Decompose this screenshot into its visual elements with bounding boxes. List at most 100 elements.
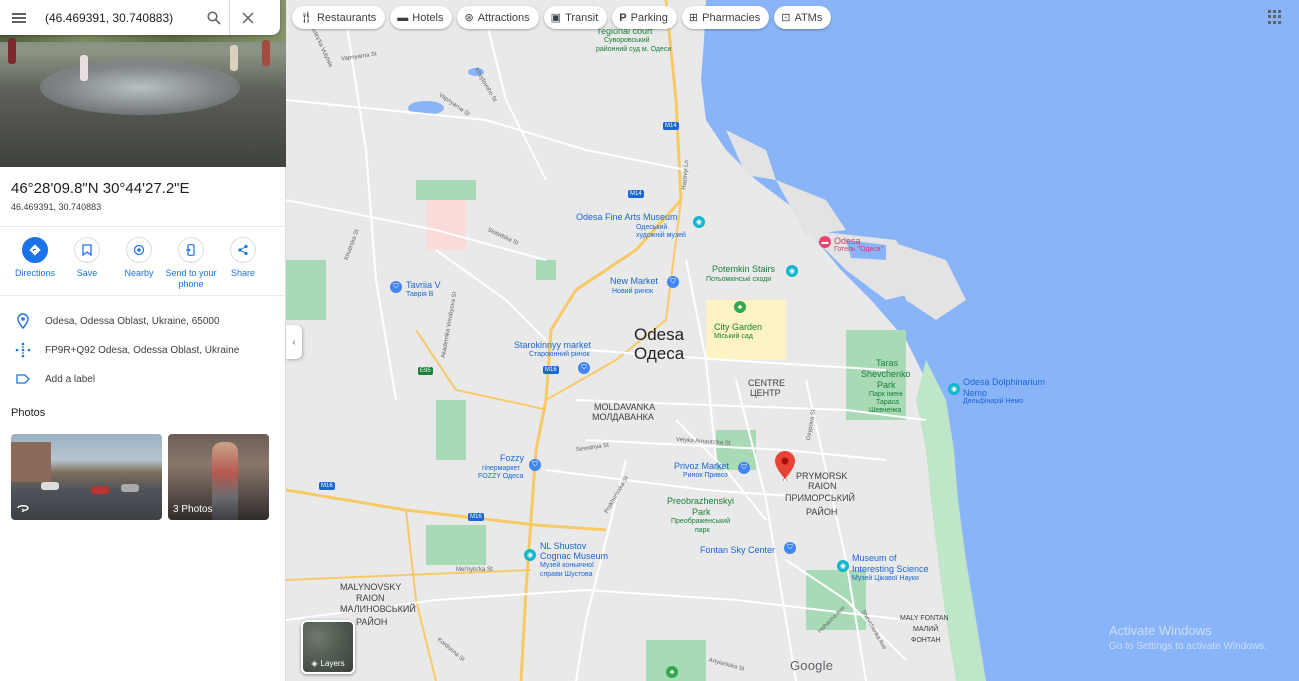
place-title: 46°28'09.8"N 30°44'27.2"E bbox=[11, 180, 190, 197]
layers-button[interactable]: ◈ Layers bbox=[301, 620, 355, 674]
poi-label: Новий ринок bbox=[612, 288, 654, 295]
hero-person bbox=[80, 55, 88, 81]
city-label-uk: Одеса bbox=[634, 344, 685, 363]
attraction-marker-icon[interactable]: ◉ bbox=[786, 265, 798, 277]
layers-label: Layers bbox=[320, 659, 345, 668]
museum-marker-icon[interactable]: ◉ bbox=[524, 549, 536, 561]
chip-attractions[interactable]: ⊛ Attractions bbox=[457, 6, 539, 29]
shopping-marker-icon[interactable]: ⛉ bbox=[738, 462, 750, 474]
chip-label: Pharmacies bbox=[702, 11, 761, 24]
district-label: RAION bbox=[808, 481, 837, 491]
district-label: ФОНТАН bbox=[911, 637, 941, 644]
chip-label: Transit bbox=[565, 11, 599, 24]
poi-label: Преображенський bbox=[671, 518, 730, 525]
shopping-marker-icon[interactable]: ⛉ bbox=[529, 459, 541, 471]
chip-restaurants[interactable]: 🍴︎ Restaurants bbox=[292, 6, 386, 29]
museum-marker-icon[interactable]: ◉ bbox=[837, 560, 849, 572]
poi-label-fine-arts[interactable]: Odesa Fine Arts Museum bbox=[576, 212, 678, 222]
category-chips: 🍴︎ Restaurants ▬ Hotels ⊛ Attractions ▣ … bbox=[292, 6, 832, 29]
plus-code-row[interactable]: FP9R+Q92 Odesa, Odessa Oblast, Ukraine bbox=[0, 336, 286, 364]
search-box bbox=[0, 0, 280, 35]
poi-label-privoz[interactable]: Privoz Market bbox=[674, 461, 729, 471]
poi-label-new-market[interactable]: New Market bbox=[610, 276, 658, 286]
directions-button[interactable]: Directions bbox=[7, 237, 63, 279]
poi-label: Ринок Привоз bbox=[683, 472, 728, 479]
road-shield-m16: M16 bbox=[543, 366, 559, 374]
district-label: РАЙОН bbox=[356, 617, 388, 627]
hamburger-icon bbox=[12, 16, 26, 19]
poi-label-fontan[interactable]: Fontan Sky Center bbox=[700, 545, 775, 555]
place-panel: 46°28'09.8"N 30°44'27.2"E 46.469391, 30.… bbox=[0, 0, 286, 681]
save-button[interactable]: Save bbox=[59, 237, 115, 279]
watermark-line1: Activate Windows bbox=[1109, 623, 1212, 638]
poi-label-shustov[interactable]: NL Shustov bbox=[540, 541, 586, 551]
poi-label-starokinnyy[interactable]: Starokinnyy market bbox=[514, 340, 591, 350]
nearby-button[interactable]: Nearby bbox=[111, 237, 167, 279]
shopping-marker-icon[interactable]: ⛉ bbox=[784, 542, 796, 554]
apps-grid-icon[interactable] bbox=[1268, 10, 1282, 24]
chevron-left-icon: ‹ bbox=[292, 336, 296, 348]
poi-label-tavriia[interactable]: Tavriia V bbox=[406, 280, 441, 290]
watermark-line2: Go to Settings to activate Windows. bbox=[1109, 641, 1267, 652]
pharmacy-icon: ⊞ bbox=[688, 12, 699, 24]
chip-hotels[interactable]: ▬ Hotels bbox=[390, 6, 453, 29]
poi-label: Cognac Museum bbox=[540, 551, 609, 561]
street-label: Mel'nyts'ka St bbox=[456, 567, 493, 573]
share-button[interactable]: Share bbox=[215, 237, 271, 279]
search-input[interactable] bbox=[38, 2, 198, 33]
poi-label: Готель "Одеса" bbox=[834, 246, 884, 253]
photo-car bbox=[121, 484, 139, 492]
send-to-phone-button[interactable]: Send to your phone bbox=[163, 237, 219, 290]
photo-gallery[interactable]: 3 Photos bbox=[168, 434, 269, 520]
road-shield-m16: M16 bbox=[468, 513, 484, 521]
poi-label-city-garden[interactable]: City Garden bbox=[714, 322, 762, 332]
photo-car bbox=[91, 486, 109, 494]
chip-transit[interactable]: ▣ Transit bbox=[543, 6, 608, 29]
photo-person bbox=[212, 442, 238, 520]
poi-label: Музей коньячної bbox=[540, 562, 594, 569]
parking-icon: P bbox=[619, 11, 627, 24]
restaurant-icon: 🍴︎ bbox=[299, 12, 313, 24]
poi-label-hotel[interactable]: Odesa bbox=[834, 236, 861, 246]
district-label: МОЛДАВАНКА bbox=[592, 412, 654, 422]
park-marker-icon[interactable]: ♣ bbox=[666, 666, 678, 678]
poi-label-dolphinarium[interactable]: Odesa Dolphinarium bbox=[963, 377, 1045, 387]
poi-label-preobrazhenskyi[interactable]: Preobrazhenskyi bbox=[667, 496, 734, 506]
clear-search-button[interactable] bbox=[230, 0, 266, 35]
chip-pharmacies[interactable]: ⊞ Pharmacies bbox=[681, 6, 770, 29]
collapse-panel-button[interactable]: ‹ bbox=[286, 325, 302, 359]
park-marker-icon[interactable]: ♣ bbox=[734, 301, 746, 313]
photo-street-view[interactable] bbox=[11, 434, 162, 520]
share-icon bbox=[230, 237, 256, 263]
poi-label: Парк імені bbox=[869, 391, 903, 398]
maps-app: M14 M14 M16 M16 M16 E95 Vapnyarna St Vap… bbox=[0, 0, 1299, 681]
share-label: Share bbox=[230, 268, 256, 278]
chip-parking[interactable]: P Parking bbox=[612, 6, 677, 29]
poi-label-museum-science[interactable]: Museum of bbox=[852, 553, 897, 563]
action-buttons: Directions Save Nearby Send to your phon… bbox=[0, 226, 286, 296]
poi-label: Interesting Science bbox=[852, 564, 929, 574]
hotel-marker-icon[interactable]: ▬ bbox=[819, 236, 831, 248]
location-pin-icon[interactable] bbox=[775, 451, 795, 486]
chip-atms[interactable]: ⊡ ATMs bbox=[774, 6, 832, 29]
poi-label-fozzy[interactable]: Fozzy bbox=[500, 453, 524, 463]
photos-heading: Photos bbox=[11, 407, 46, 419]
close-icon bbox=[242, 11, 254, 24]
attraction-marker-icon[interactable]: ◉ bbox=[948, 383, 960, 395]
district-label: ЦЕНТР bbox=[750, 388, 781, 398]
bed-icon: ▬ bbox=[397, 11, 409, 24]
poi-label: Міський сад bbox=[714, 333, 753, 340]
shopping-marker-icon[interactable]: ⛉ bbox=[578, 362, 590, 374]
menu-button[interactable] bbox=[0, 0, 38, 35]
address-row[interactable]: Odesa, Odessa Oblast, Ukraine, 65000 bbox=[0, 307, 286, 335]
shopping-marker-icon[interactable]: ⛉ bbox=[390, 281, 402, 293]
hero-person bbox=[230, 45, 238, 71]
poi-label-shevchenko[interactable]: Taras bbox=[876, 358, 898, 368]
search-button[interactable] bbox=[198, 0, 230, 35]
add-label-row[interactable]: Add a label bbox=[0, 365, 286, 393]
poi-label-potemkin[interactable]: Potemkin Stairs bbox=[712, 264, 775, 274]
attraction-icon: ⊛ bbox=[464, 12, 474, 24]
nearby-icon bbox=[126, 237, 152, 263]
map-canvas[interactable]: M14 M14 M16 M16 M16 E95 Vapnyarna St Vap… bbox=[286, 0, 1299, 681]
shopping-marker-icon[interactable]: ⛉ bbox=[667, 276, 679, 288]
